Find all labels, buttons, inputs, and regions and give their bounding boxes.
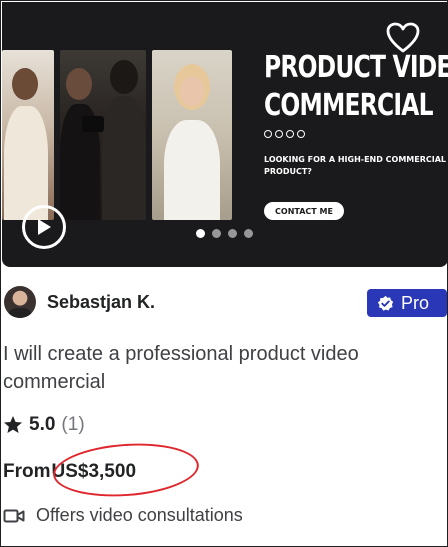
price-annotation-circle (51, 438, 201, 502)
video-consultation-row: Offers video consultations (3, 505, 243, 526)
banner-decorative-dots (264, 130, 305, 138)
carousel-pagination[interactable] (196, 229, 253, 238)
video-camera-icon (3, 509, 25, 522)
play-icon (38, 219, 51, 235)
gig-title[interactable]: I will create a professional product vid… (3, 340, 448, 396)
pro-check-icon (377, 295, 394, 311)
banner-title-line-1: PRODUCT VIDE (264, 50, 448, 85)
banner-photo-3 (152, 50, 232, 220)
review-count: (1) (61, 414, 85, 435)
carousel-dot-2[interactable] (212, 229, 221, 238)
star-icon (4, 416, 22, 433)
rating-value: 5.0 (29, 414, 56, 435)
banner-photo-2 (60, 50, 146, 220)
heart-icon[interactable] (386, 22, 420, 54)
price-prefix: From (3, 461, 51, 482)
carousel-dot-4[interactable] (244, 229, 253, 238)
carousel-dot-1[interactable] (196, 229, 205, 238)
banner-photo-1 (2, 50, 54, 220)
contact-me-button[interactable]: CONTACT ME (264, 202, 344, 220)
carousel-dot-3[interactable] (228, 229, 237, 238)
banner-tagline: LOOKING FOR A HIGH-END COMMERCIAL FOR YO… (264, 155, 447, 176)
pro-badge[interactable]: Pro (367, 289, 447, 317)
gig-card[interactable]: PRODUCT VIDE COMMERCIAL LOOKING FOR A HI… (0, 0, 448, 547)
consultation-label: Offers video consultations (36, 505, 243, 525)
pro-badge-label: Pro (401, 292, 430, 313)
gig-banner[interactable]: PRODUCT VIDE COMMERCIAL LOOKING FOR A HI… (2, 2, 448, 267)
gig-rating: 5.0 (1) (3, 414, 85, 436)
play-video-button[interactable] (22, 205, 66, 249)
seller-name[interactable]: Sebastjan K. (47, 292, 155, 313)
seller-avatar[interactable] (4, 286, 36, 318)
banner-title-line-2: COMMERCIAL (264, 88, 434, 123)
